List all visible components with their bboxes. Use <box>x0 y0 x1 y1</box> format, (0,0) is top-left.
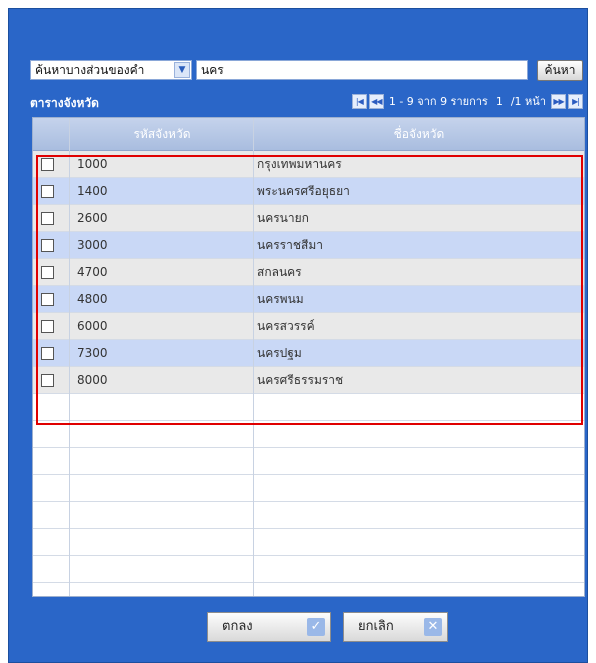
empty-row <box>33 529 584 556</box>
prev-page-icon[interactable]: ◀◀ <box>368 93 384 109</box>
cancel-button-label: ยกเลิก <box>358 619 394 634</box>
pager-total-pages: /1 หน้า <box>510 95 546 108</box>
pager: |◀ ◀◀ 1 - 9 จาก 9 รายการ 1 /1 หน้า ▶▶ ▶| <box>351 92 583 110</box>
table-header: รหัสจังหวัด ชื่อจังหวัด <box>33 118 584 151</box>
search-button[interactable]: ค้นหา <box>537 60 583 81</box>
table-toolbar: ตารางจังหวัด |◀ ◀◀ 1 - 9 จาก 9 รายการ 1 … <box>30 92 583 112</box>
empty-row <box>33 556 584 583</box>
ok-button-label: ตกลง <box>222 619 253 634</box>
ok-button[interactable]: ตกลง ✓ <box>207 612 331 642</box>
empty-row <box>33 448 584 475</box>
search-input[interactable]: นคร <box>196 60 528 80</box>
next-page-icon[interactable]: ▶▶ <box>551 93 566 109</box>
col-header-code[interactable]: รหัสจังหวัด <box>70 118 254 150</box>
highlight-box <box>36 155 583 425</box>
search-input-value: นคร <box>201 63 224 77</box>
table-title: ตารางจังหวัด <box>30 96 99 110</box>
empty-row <box>33 421 584 448</box>
empty-row <box>33 502 584 529</box>
search-bar: ค้นหาบางส่วนของคำ ▼ นคร ค้นหา <box>30 60 583 82</box>
pager-range: 1 - 9 จาก 9 รายการ <box>388 95 488 108</box>
search-mode-value: ค้นหาบางส่วนของคำ <box>35 63 145 77</box>
check-icon: ✓ <box>307 618 325 636</box>
cancel-button[interactable]: ยกเลิก ✕ <box>343 612 448 642</box>
search-mode-select[interactable]: ค้นหาบางส่วนของคำ ▼ <box>30 60 192 80</box>
last-page-icon[interactable]: ▶| <box>568 93 583 109</box>
chevron-down-icon[interactable]: ▼ <box>174 62 190 78</box>
pager-current-page[interactable]: 1 <box>496 95 503 108</box>
col-header-name[interactable]: ชื่อจังหวัด <box>254 118 584 150</box>
first-page-icon[interactable]: |◀ <box>351 93 367 109</box>
close-icon: ✕ <box>424 618 442 636</box>
empty-row <box>33 475 584 502</box>
